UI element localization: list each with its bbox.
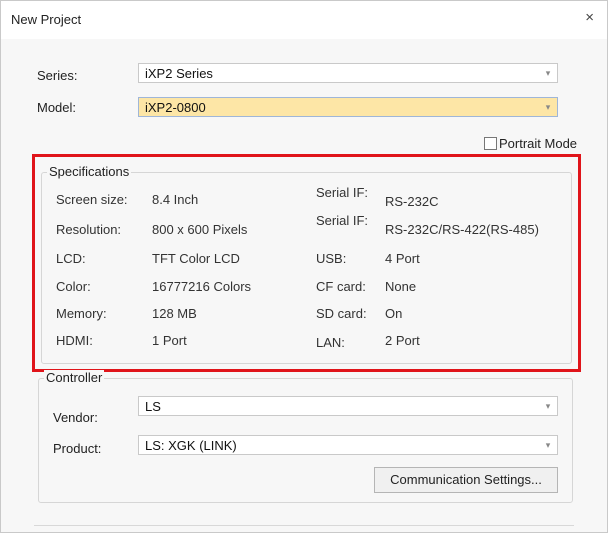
series-value: iXP2 Series [145, 66, 213, 81]
model-select[interactable]: iXP2-0800 ▾ [138, 97, 558, 117]
new-project-dialog: New Project × Series: iXP2 Series ▾ Mode… [0, 0, 608, 533]
product-label: Product: [53, 441, 102, 456]
chevron-down-icon[interactable]: ▾ [539, 397, 557, 415]
model-label-text: Model: [37, 100, 77, 115]
chevron-down-icon[interactable]: ▾ [539, 436, 557, 454]
vendor-select[interactable]: LS ▾ [138, 396, 558, 416]
chevron-down-icon[interactable]: ▾ [539, 98, 557, 116]
product-select[interactable]: LS: XGK (LINK) ▾ [138, 435, 558, 455]
model-value: iXP2-0800 [145, 100, 206, 115]
series-label-text: Series: [37, 68, 78, 83]
vendor-value: LS [145, 399, 161, 414]
portrait-mode-label[interactable]: Portrait Mode [499, 136, 577, 151]
portrait-mode-checkbox[interactable] [484, 137, 497, 150]
series-label: Series: [37, 68, 77, 83]
communication-settings-button[interactable]: Communication Settings... [374, 467, 558, 493]
annotation-highlight-box [32, 154, 581, 372]
vendor-label: Vendor: [53, 410, 98, 425]
close-icon[interactable]: × [585, 9, 594, 26]
dialog-title: New Project [11, 12, 82, 27]
chevron-down-icon[interactable]: ▾ [539, 64, 557, 82]
title-bar: New Project × [1, 1, 607, 39]
series-select[interactable]: iXP2 Series ▾ [138, 63, 558, 83]
model-label: Model: [37, 100, 76, 115]
product-value: LS: XGK (LINK) [145, 438, 237, 453]
controller-title: Controller [44, 370, 105, 385]
bottom-divider [34, 525, 574, 526]
